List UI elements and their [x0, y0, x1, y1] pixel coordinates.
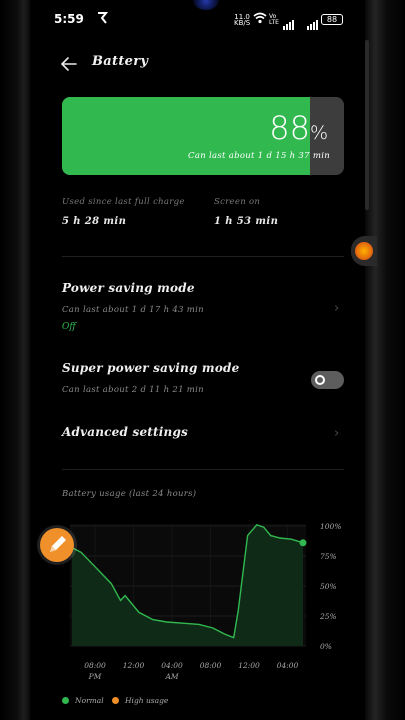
x-tick-label: 12:00: [238, 661, 260, 670]
status-bar: 5:59 11.0 KB/S Vo LTE 88: [54, 12, 344, 30]
legend-high-dot: [112, 697, 119, 704]
front-camera: [193, 0, 219, 10]
chart-x-ticks: 08:00 PM 12:00 04:00 AM 08:00 12:00 04:00: [84, 661, 298, 681]
super-power-saving-title: Super power saving mode: [62, 361, 240, 375]
x-tick-sublabel: PM: [88, 672, 102, 681]
floating-ball-button[interactable]: [351, 236, 377, 266]
power-saving-subtitle: Can last about 1 d 17 h 43 min: [62, 305, 204, 315]
battery-percent-unit: %: [309, 122, 328, 144]
floating-ball-icon: [355, 242, 373, 260]
legend-high-usage: High usage: [112, 696, 168, 705]
y-tick-label: 0%: [320, 642, 332, 651]
volte-bottom: LTE: [269, 19, 279, 26]
signal-icon: [283, 16, 323, 30]
pencil-button[interactable]: [40, 528, 74, 562]
battery-percent-value: 88: [269, 109, 310, 147]
volte-indicator: Vo LTE: [269, 14, 279, 26]
y-tick-label: 100%: [320, 522, 341, 531]
chevron-right-icon: ›: [334, 426, 340, 441]
legend-normal-dot: [62, 697, 69, 704]
x-tick-sublabel: AM: [164, 672, 178, 681]
divider: [62, 469, 344, 470]
advanced-settings-title: Advanced settings: [62, 425, 188, 439]
chevron-right-icon: ›: [334, 301, 340, 316]
battery-remaining-time: Can last about 1 d 15 h 37 min: [188, 151, 330, 161]
x-tick-label: 08:00: [200, 661, 222, 670]
chart-end-point: [299, 539, 307, 547]
net-speed-unit: KB/S: [234, 19, 251, 27]
power-saving-state: Off: [62, 322, 76, 332]
pencil-icon: [50, 536, 66, 552]
x-tick-label: 12:00: [123, 661, 145, 670]
x-tick-label: 04:00: [277, 661, 299, 670]
battery-percent: 88%: [269, 109, 328, 147]
since-charge-label: Used since last full charge: [62, 197, 185, 207]
y-tick-label: 75%: [320, 552, 337, 561]
divider: [62, 256, 344, 257]
super-power-saving-toggle[interactable]: [311, 371, 344, 389]
chart-y-ticks: 100% 75% 50% 25% 0%: [319, 522, 341, 651]
power-saving-title: Power saving mode: [62, 281, 195, 295]
net-speed: 11.0 KB/S: [234, 14, 251, 27]
side-button: [365, 40, 369, 210]
legend-normal-label: Normal: [75, 696, 104, 705]
legend-normal: Normal: [62, 696, 104, 705]
carrier-icon: [96, 11, 109, 29]
page-title: Battery: [92, 54, 149, 69]
battery-level-card: 88% Can last about 1 d 15 h 37 min: [62, 97, 344, 175]
y-tick-label: 25%: [319, 612, 337, 621]
back-arrow-icon[interactable]: [60, 55, 78, 73]
status-time: 5:59: [54, 12, 84, 26]
since-charge-value: 5 h 28 min: [62, 216, 127, 227]
legend-high-label: High usage: [125, 696, 169, 705]
battery-usage-title: Battery usage (last 24 hours): [62, 489, 197, 499]
wifi-icon: [253, 12, 267, 27]
super-power-saving-subtitle: Can last about 2 d 11 h 21 min: [62, 385, 204, 395]
y-tick-label: 50%: [320, 582, 337, 591]
screen-on-label: Screen on: [214, 197, 261, 207]
toggle-knob: [315, 375, 325, 385]
screen-on-value: 1 h 53 min: [214, 216, 279, 227]
x-tick-label: 04:00: [161, 661, 183, 670]
x-tick-label: 08:00: [84, 661, 106, 670]
status-battery-icon: 88: [321, 14, 343, 25]
